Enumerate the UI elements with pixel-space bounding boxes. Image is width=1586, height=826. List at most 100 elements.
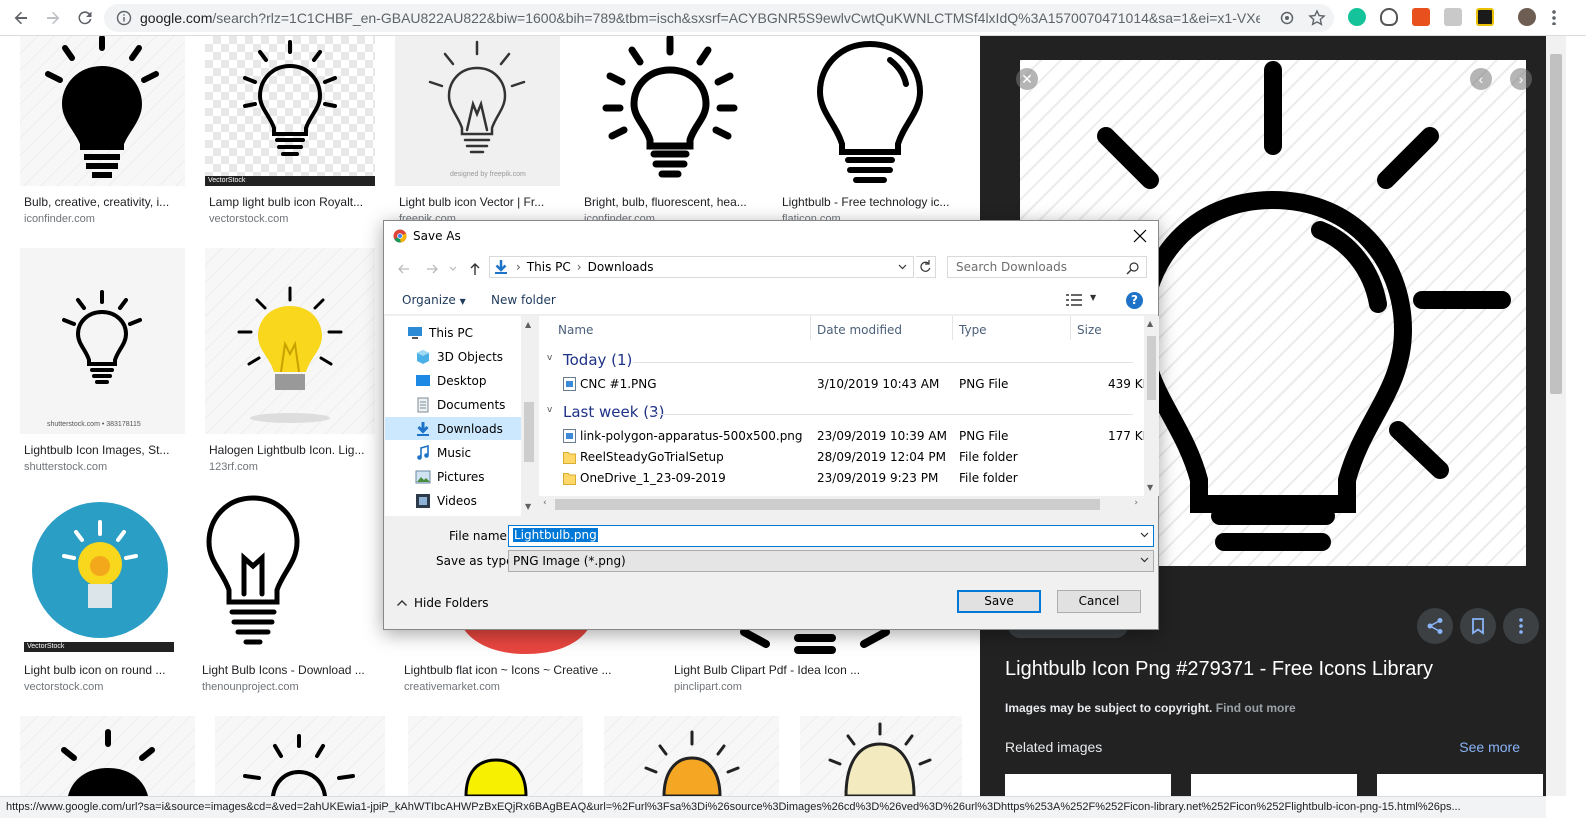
bookmark-star-icon[interactable] [1308,9,1326,27]
breadcrumb-this-pc[interactable]: This PC [527,260,571,274]
collapse-group-icon[interactable]: v [547,405,552,415]
up-arrow-icon[interactable] [467,261,483,277]
page-scrollbar[interactable] [1546,36,1566,796]
column-header-type[interactable]: Type [959,323,987,337]
column-header-size[interactable]: Size [1077,323,1102,337]
search-downloads-input[interactable]: Search Downloads [947,256,1147,278]
file-list-vertical-scrollbar[interactable]: ▲ ▼ [1144,316,1159,496]
next-image-icon[interactable]: › [1510,68,1532,90]
result-caption[interactable]: Lightbulb - Free technology ic... [782,195,957,209]
organize-menu[interactable]: Organize ▼ [402,293,466,307]
back-button[interactable] [10,7,32,29]
extension-icon[interactable] [1444,8,1462,26]
file-row[interactable]: link-polygon-apparatus-500x500.png 23/09… [539,426,1151,446]
result-thumbnail-2[interactable]: VectorStock [205,36,375,186]
nav-item-documents[interactable]: Documents [385,393,521,416]
jx-extension-icon[interactable] [1412,8,1430,26]
more-options-button[interactable] [1503,608,1539,644]
nav-item-videos[interactable]: Videos [385,489,521,512]
profile-avatar[interactable] [1518,8,1536,26]
save-button[interactable]: Save [957,590,1041,613]
result-thumbnail-16[interactable] [800,716,962,796]
forward-arrow-icon[interactable] [424,261,440,277]
save-to-collection-button[interactable] [1460,608,1496,644]
save-as-type-select[interactable]: PNG Image (*.png) [508,550,1154,572]
address-breadcrumb[interactable]: › This PC › Downloads [489,256,914,278]
result-caption[interactable]: Light bulb icon on round ... [24,663,176,677]
recent-locations-chevron-icon[interactable] [448,261,458,277]
close-icon[interactable] [1130,226,1150,246]
result-thumbnail-13[interactable] [215,716,385,796]
result-caption[interactable]: Lamp light bulb icon Royalt... [209,195,371,209]
share-button[interactable] [1417,608,1453,644]
desktop-icon [416,374,430,386]
dark-extension-icon[interactable] [1476,8,1494,26]
result-thumbnail-8[interactable]: VectorStock [20,494,180,654]
chevron-down-icon[interactable] [1140,532,1149,538]
result-thumbnail-1[interactable] [20,36,185,186]
breadcrumb-downloads[interactable]: Downloads [588,260,654,274]
result-source: pinclipart.com [674,681,742,693]
result-thumbnail-15[interactable] [604,716,779,796]
new-folder-button[interactable]: New folder [491,293,556,307]
file-row[interactable]: OneDrive_1_23-09-2019 23/09/2019 9:23 PM… [539,468,1144,488]
nav-item-downloads[interactable]: Downloads [385,417,521,440]
info-icon [116,10,132,26]
lightbulb-extension-icon[interactable] [1380,8,1398,26]
result-thumbnail-3[interactable]: designed by freepik.com [395,36,560,186]
result-caption[interactable]: Halogen Lightbulb Icon. Lig... [209,443,369,457]
result-caption[interactable]: Lightbulb flat icon ~ Icons ~ Creative .… [404,663,644,677]
result-caption[interactable]: Lightbulb Icon Images, St... [24,443,179,457]
chevron-down-icon[interactable] [898,264,907,270]
result-thumbnail-12[interactable] [20,716,195,796]
grammarly-icon[interactable] [1348,8,1366,26]
result-thumbnail-10[interactable] [400,626,650,654]
group-header-last-week[interactable]: Last week (3) [563,403,664,421]
result-thumbnail-5[interactable] [778,36,962,186]
column-header-name[interactable]: Name [558,323,593,337]
cancel-button[interactable]: Cancel [1057,590,1141,613]
view-options-button[interactable]: ▼ [1066,293,1102,309]
videos-icon [416,493,430,508]
nav-item-pictures[interactable]: Pictures [385,465,521,488]
column-header-date-modified[interactable]: Date modified [817,323,902,337]
menu-icon[interactable] [1552,9,1556,25]
result-thumbnail-14[interactable] [408,716,583,796]
location-icon[interactable] [1278,9,1296,27]
find-out-more-link[interactable]: Find out more [1216,701,1296,715]
result-thumbnail-11[interactable] [670,626,960,654]
close-icon[interactable]: ✕ [1016,68,1038,90]
nav-item-3d-objects[interactable]: 3D Objects [385,345,521,368]
file-list-horizontal-scrollbar[interactable]: ‹ › [539,496,1144,513]
address-bar[interactable]: google.com/search?rlz=1C1CHBF_en-GBAU822… [104,4,1334,32]
collapse-group-icon[interactable]: v [547,353,552,363]
hide-folders-button[interactable]: Hide Folders [396,596,489,610]
result-caption[interactable]: Bright, bulb, fluorescent, hea... [584,195,754,209]
refresh-button[interactable] [916,256,936,278]
forward-button[interactable] [42,7,64,29]
see-more-link[interactable]: See more [1459,739,1520,755]
nav-item-music[interactable]: Music [385,441,521,464]
nav-item-this-pc[interactable]: This PC [385,321,521,344]
result-thumbnail-7[interactable] [205,248,375,434]
nav-item-desktop[interactable]: Desktop [385,369,521,392]
result-thumbnail-6[interactable]: shutterstock.com • 383178115 [20,248,185,434]
previous-image-icon[interactable]: ‹ [1470,68,1492,90]
result-caption[interactable]: Bulb, creative, creativity, i... [24,195,179,209]
result-caption[interactable]: Light Bulb Clipart Pdf - Idea Icon ... [674,663,874,677]
help-icon[interactable]: ? [1126,292,1143,309]
navigation-scrollbar[interactable]: ▲ ▼ [521,316,538,516]
file-name-input[interactable]: Lightbulb.png [508,525,1154,547]
image-title[interactable]: Lightbulb Icon Png #279371 - Free Icons … [1005,658,1433,681]
result-caption[interactable]: Light Bulb Icons - Download ... [202,663,374,677]
result-caption[interactable]: Light bulb icon Vector | Fr... [399,195,554,209]
file-row[interactable]: ReelSteadyGoTrialSetup 28/09/2019 12:04 … [539,447,1144,467]
dialog-titlebar[interactable]: Save As [384,221,1158,251]
reload-button[interactable] [74,7,96,29]
result-thumbnail-4[interactable] [580,36,760,186]
file-row[interactable]: CNC #1.PNG 3/10/2019 10:43 AM PNG File 4… [539,374,1151,394]
result-thumbnail-9[interactable] [198,494,378,654]
scrollbar-thumb[interactable] [1550,54,1562,394]
group-header-today[interactable]: Today (1) [563,351,632,369]
back-arrow-icon[interactable] [396,261,412,277]
